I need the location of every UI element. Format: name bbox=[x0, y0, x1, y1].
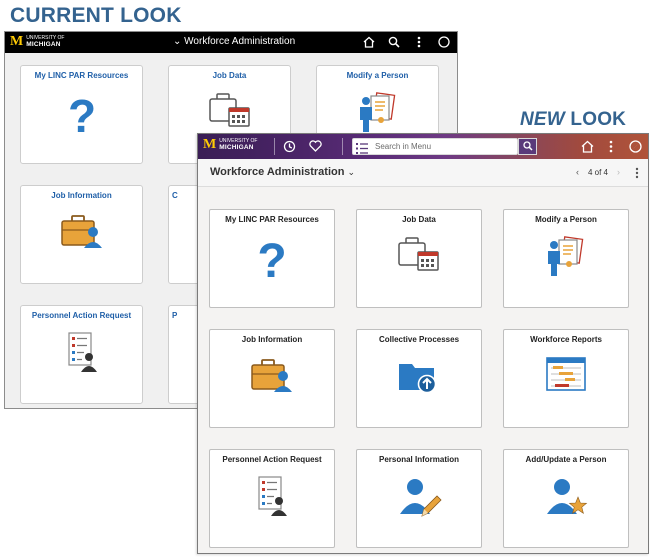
tile-add-update-a-person[interactable]: Add/Update a Person bbox=[503, 449, 629, 548]
new-look-caption: NEW LOOK bbox=[520, 109, 626, 131]
tile-label: My LINC PAR Resources bbox=[34, 71, 129, 80]
question-icon: ? bbox=[57, 90, 107, 142]
menu-search-input[interactable]: Search in Menu bbox=[352, 138, 518, 155]
tile-label: Modify a Person bbox=[346, 71, 409, 80]
tile-modify-a-person[interactable]: Modify a Person bbox=[503, 209, 629, 308]
tile-label: Add/Update a Person bbox=[525, 455, 607, 464]
more-actions-icon[interactable] bbox=[604, 139, 618, 153]
block-m-icon: M bbox=[10, 34, 24, 49]
navbar-compass-icon[interactable] bbox=[437, 35, 451, 49]
university-wordmark: UNIVERSITY OF MICHIGAN bbox=[26, 36, 64, 49]
tile-my-linc-par-resources[interactable]: My LINC PAR Resources ? bbox=[209, 209, 335, 308]
tile-label: Modify a Person bbox=[535, 215, 597, 224]
person-star-icon bbox=[541, 474, 591, 520]
person-pencil-icon bbox=[394, 474, 444, 520]
page-title-bar: Workforce Administration ⌄ ‹ 4 of 4 › bbox=[198, 159, 648, 187]
favorites-heart-icon[interactable] bbox=[308, 139, 322, 153]
svg-text:?: ? bbox=[257, 235, 286, 280]
tile-label: Personnel Action Request bbox=[222, 455, 322, 464]
michigan-label: MICHIGAN bbox=[26, 41, 61, 48]
search-icon bbox=[522, 138, 533, 156]
tile-label: My LINC PAR Resources bbox=[225, 215, 319, 224]
tile-workforce-reports[interactable]: Workforce Reports bbox=[503, 329, 629, 428]
university-logo[interactable]: M UNIVERSITY OF MICHIGAN bbox=[10, 35, 64, 49]
briefcase-calendar-icon bbox=[394, 234, 444, 280]
pager-label: 4 of 4 bbox=[587, 167, 608, 177]
tile-label: Job Data bbox=[402, 215, 436, 224]
new-header-bar: M UNIVERSITY OF MICHIGAN Search in Menu bbox=[198, 134, 648, 159]
tile-job-data[interactable]: Job Data bbox=[356, 209, 482, 308]
tile-my-linc-par-resources[interactable]: My LINC PAR Resources ? bbox=[20, 65, 143, 164]
tile-label: Job Information bbox=[51, 191, 112, 200]
current-look-caption: CURRENT LOOK bbox=[10, 4, 182, 27]
university-wordmark: UNIVERSITY OF MICHIGAN bbox=[219, 139, 257, 152]
folder-upload-icon bbox=[394, 354, 444, 400]
tile-label: Workforce Reports bbox=[530, 335, 602, 344]
old-header-icons bbox=[362, 35, 451, 49]
tile-label: Job Information bbox=[241, 335, 303, 344]
briefcase-calendar-icon bbox=[205, 90, 255, 136]
tile-label: Personnel Action Request bbox=[31, 311, 132, 320]
tile-job-information[interactable]: Job Information bbox=[209, 329, 335, 428]
form-person-icon bbox=[247, 474, 297, 520]
tile-job-information[interactable]: Job Information bbox=[20, 185, 143, 284]
tile-label: Collective Processes bbox=[378, 335, 460, 344]
tile-personnel-action-request[interactable]: Personnel Action Request bbox=[20, 305, 143, 404]
home-icon[interactable] bbox=[362, 35, 376, 49]
tile-collective-processes[interactable]: Collective Processes bbox=[356, 329, 482, 428]
search-icon[interactable] bbox=[387, 35, 401, 49]
person-document-icon bbox=[353, 90, 403, 136]
previous-page-icon[interactable]: ‹ bbox=[576, 167, 579, 177]
menu-list-icon[interactable] bbox=[356, 141, 368, 159]
next-page-icon[interactable]: › bbox=[617, 167, 620, 177]
header-divider bbox=[342, 138, 343, 155]
tile-label: Personal Information bbox=[378, 455, 459, 464]
briefcase-person-icon bbox=[57, 210, 107, 256]
new-look-rest: LOOK bbox=[564, 109, 627, 130]
block-m-icon: M bbox=[203, 137, 217, 152]
recent-history-icon[interactable] bbox=[282, 139, 296, 153]
report-chart-icon bbox=[541, 354, 591, 400]
new-header-left-icons bbox=[282, 139, 322, 153]
tile-personal-information[interactable]: Personal Information bbox=[356, 449, 482, 548]
question-icon: ? bbox=[247, 234, 297, 288]
page-title-label: Workforce Administration bbox=[184, 36, 296, 47]
search-button[interactable] bbox=[518, 138, 537, 155]
old-header-bar: M UNIVERSITY OF MICHIGAN ⌄ Workforce Admi… bbox=[5, 32, 457, 53]
page-title[interactable]: ⌄ Workforce Administration bbox=[173, 36, 295, 47]
new-look-emphasis: NEW bbox=[520, 109, 565, 130]
svg-text:?: ? bbox=[67, 90, 95, 136]
page-actions-icon[interactable] bbox=[635, 166, 639, 184]
michigan-label: MICHIGAN bbox=[219, 144, 254, 151]
tile-personnel-action-request[interactable]: Personnel Action Request bbox=[209, 449, 335, 548]
person-document-icon bbox=[541, 234, 591, 280]
navbar-compass-icon[interactable] bbox=[628, 139, 642, 153]
briefcase-person-icon bbox=[247, 354, 297, 400]
tile-label: Job Data bbox=[212, 71, 247, 80]
page-pager: ‹ 4 of 4 › bbox=[576, 167, 620, 177]
chevron-down-icon: ⌄ bbox=[173, 36, 182, 47]
chevron-down-icon: ⌄ bbox=[347, 167, 356, 177]
university-logo[interactable]: M UNIVERSITY OF MICHIGAN bbox=[203, 138, 257, 152]
header-divider bbox=[274, 138, 275, 155]
page-title-label: Workforce Administration bbox=[210, 166, 345, 178]
form-person-icon bbox=[57, 330, 107, 376]
page-title[interactable]: Workforce Administration ⌄ bbox=[210, 166, 355, 178]
more-actions-icon[interactable] bbox=[412, 35, 426, 49]
new-look-window: M UNIVERSITY OFMICHIGAN Search in Menu bbox=[197, 133, 649, 554]
home-icon[interactable] bbox=[580, 139, 594, 153]
new-header-right-icons bbox=[580, 139, 642, 153]
